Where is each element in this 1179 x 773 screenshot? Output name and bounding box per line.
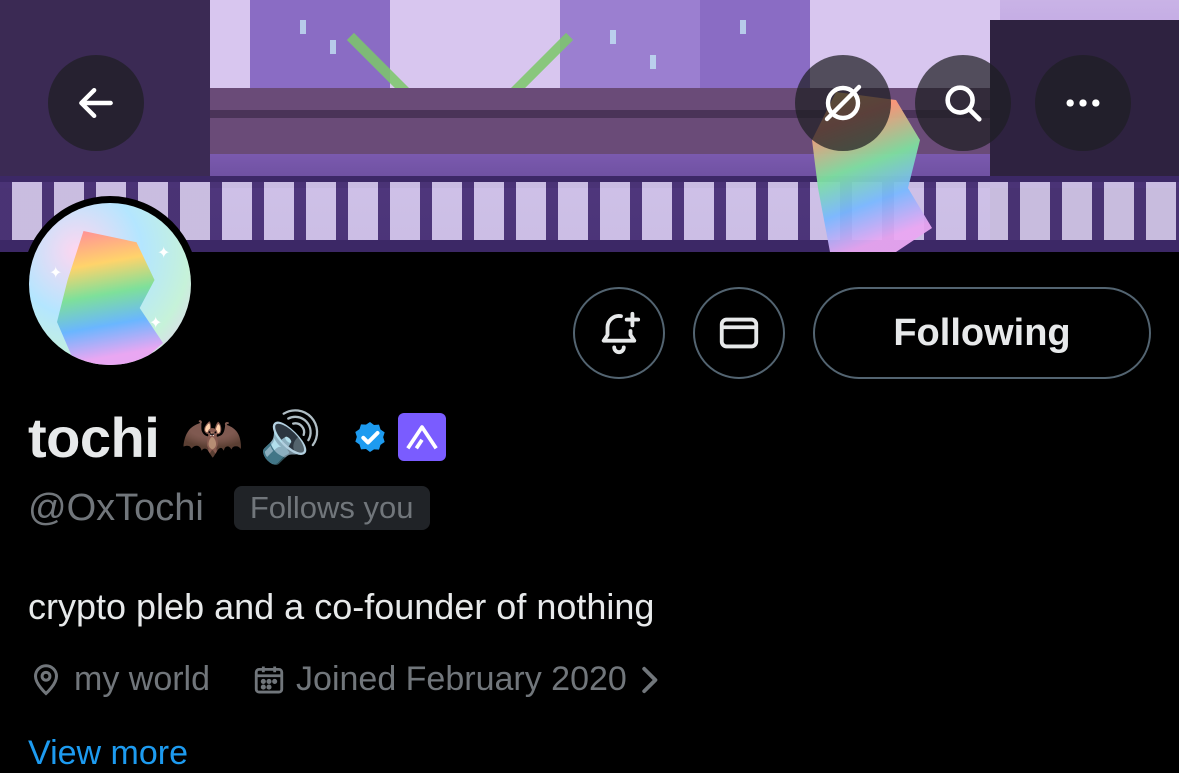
view-more-link[interactable]: View more [28, 734, 188, 773]
handle: @OxTochi [28, 486, 204, 529]
avatar-dragon [57, 231, 163, 365]
handle-row: @OxTochi Follows you [28, 486, 430, 530]
joined-item[interactable]: Joined February 2020 [252, 660, 671, 699]
sparkle-icon: ✦ [49, 263, 63, 282]
follows-you-badge: Follows you [233, 486, 430, 530]
banner-window [330, 40, 336, 54]
arrow-left-icon [79, 87, 113, 119]
grok-button[interactable] [795, 55, 891, 151]
location-text: my world [74, 660, 211, 698]
more-horizontal-icon [1066, 99, 1100, 107]
chevron-right-icon [642, 666, 658, 693]
search-button[interactable] [915, 55, 1011, 151]
notifications-button[interactable] [573, 287, 665, 379]
following-button[interactable]: Following [813, 287, 1151, 379]
avatar-image: ✦ ✦ ✦ [29, 203, 191, 365]
affiliate-logo-icon[interactable] [397, 413, 446, 461]
more-button[interactable] [1035, 55, 1131, 151]
mail-icon [719, 317, 759, 349]
search-icon [945, 85, 982, 122]
banner-window [300, 20, 306, 34]
calendar-icon [254, 666, 284, 693]
message-button[interactable] [693, 287, 785, 379]
bat-emoji: 🦇 [181, 407, 244, 466]
display-name-row: tochi 🦇 🔊 [28, 402, 446, 472]
location-pin-icon [33, 663, 59, 696]
bio: crypto pleb and a co-founder of nothing [28, 586, 655, 627]
verified-checkmark-icon[interactable] [350, 417, 390, 457]
joined-text: Joined February 2020 [296, 660, 627, 698]
bell-plus-icon [601, 311, 641, 355]
sparkle-icon: ✦ [149, 313, 163, 332]
speaker-emoji: 🔊 [259, 407, 322, 466]
location-item: my world [28, 660, 210, 699]
back-button[interactable] [48, 55, 144, 151]
banner-window [610, 30, 616, 44]
sparkle-icon: ✦ [157, 243, 171, 262]
avatar[interactable]: ✦ ✦ ✦ [22, 196, 198, 372]
profile-meta-row: my world Joined February 2020 [28, 660, 671, 699]
grok-slash-icon [824, 84, 862, 122]
banner-window [650, 55, 656, 69]
banner-window [740, 20, 746, 34]
display-name: tochi [28, 405, 160, 469]
